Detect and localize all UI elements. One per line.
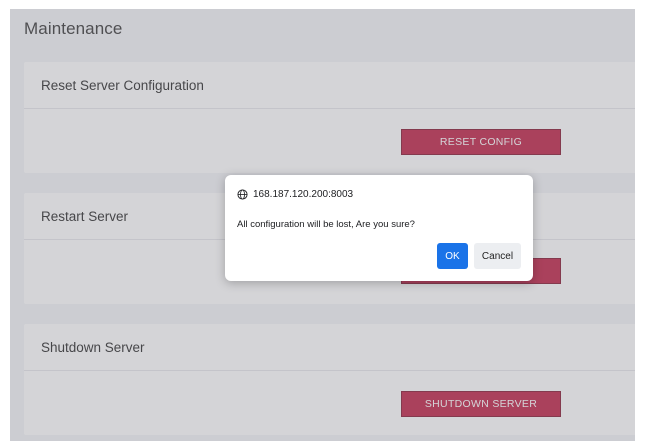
confirm-dialog: 168.187.120.200:8003 All configuration w… (225, 175, 533, 281)
dialog-message: All configuration will be lost, Are you … (237, 219, 415, 230)
ok-button[interactable]: OK (437, 243, 468, 269)
dialog-origin-text: 168.187.120.200:8003 (253, 189, 354, 200)
cancel-button[interactable]: Cancel (474, 243, 521, 269)
globe-icon (237, 189, 248, 200)
dialog-origin: 168.187.120.200:8003 (237, 189, 353, 200)
